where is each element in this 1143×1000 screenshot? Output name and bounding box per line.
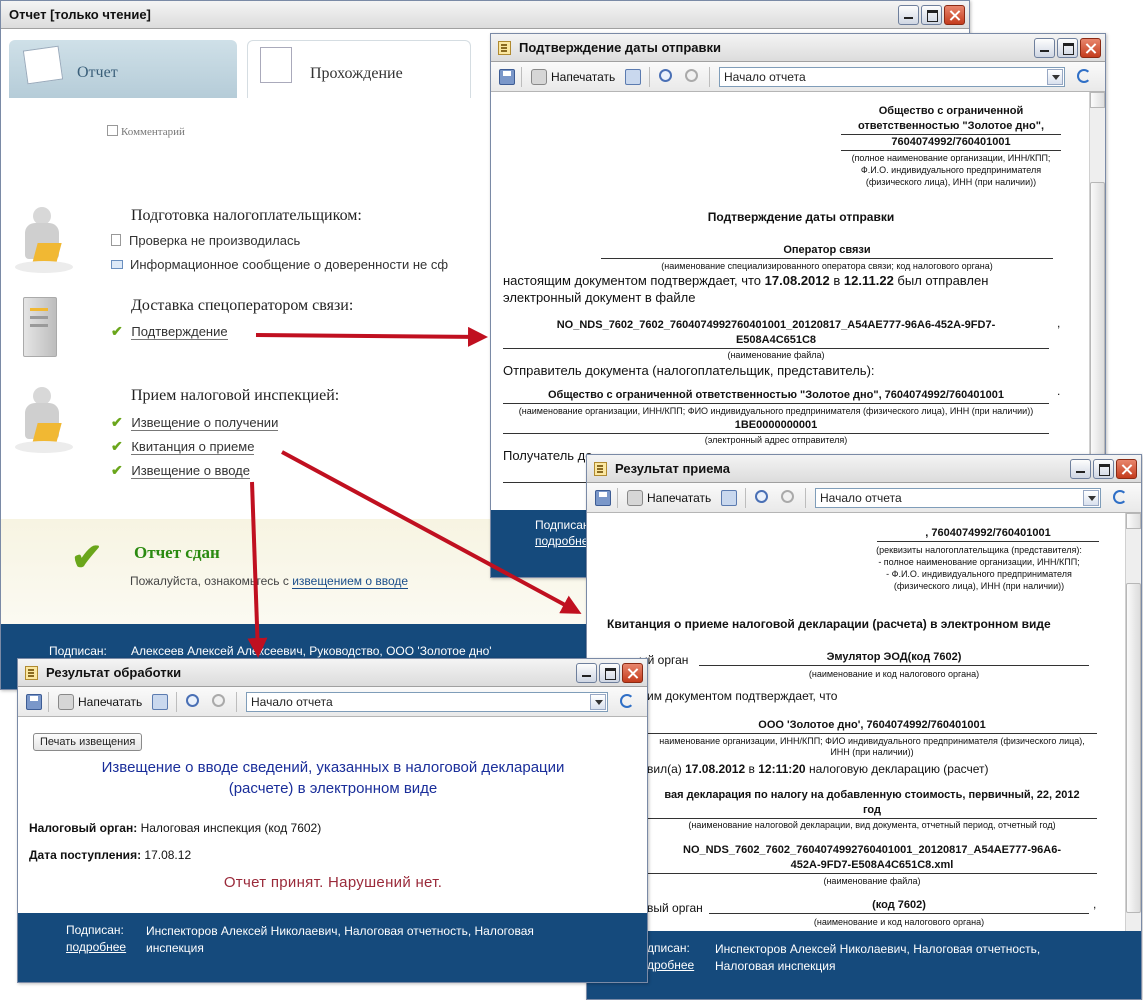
arrow-to-input-notice xyxy=(247,481,268,658)
arrow-to-confirmation xyxy=(255,326,488,347)
annotation-arrows xyxy=(247,326,582,658)
arrow-to-acceptance-receipt xyxy=(281,450,582,614)
